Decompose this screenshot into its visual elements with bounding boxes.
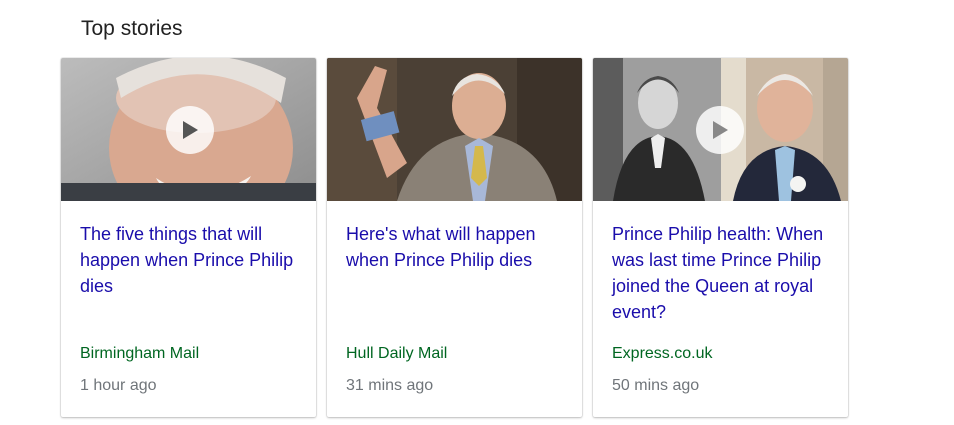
story-thumbnail[interactable] — [61, 58, 316, 201]
top-stories-carousel: The five things that will happen when Pr… — [61, 58, 859, 417]
story-source: Express.co.uk — [612, 345, 713, 362]
story-headline[interactable]: Here's what will happen when Prince Phil… — [346, 221, 566, 273]
story-card[interactable]: Here's what will happen when Prince Phil… — [327, 58, 582, 417]
story-time: 1 hour ago — [80, 377, 157, 394]
story-headline[interactable]: The five things that will happen when Pr… — [80, 221, 300, 299]
story-time: 31 mins ago — [346, 377, 434, 394]
story-headline[interactable]: Prince Philip health: When was last time… — [612, 221, 832, 325]
story-source: Hull Daily Mail — [346, 345, 448, 362]
section-title: Top stories — [81, 17, 183, 40]
play-icon[interactable] — [166, 106, 214, 154]
story-card[interactable]: The five things that will happen when Pr… — [61, 58, 316, 417]
story-card[interactable]: Prince Philip health: When was last time… — [593, 58, 848, 417]
thumbnail-photo — [327, 58, 582, 201]
story-thumbnail[interactable] — [327, 58, 582, 201]
story-source: Birmingham Mail — [80, 345, 200, 362]
story-time: 50 mins ago — [612, 377, 700, 394]
story-thumbnail[interactable] — [593, 58, 848, 201]
play-icon[interactable] — [696, 106, 744, 154]
